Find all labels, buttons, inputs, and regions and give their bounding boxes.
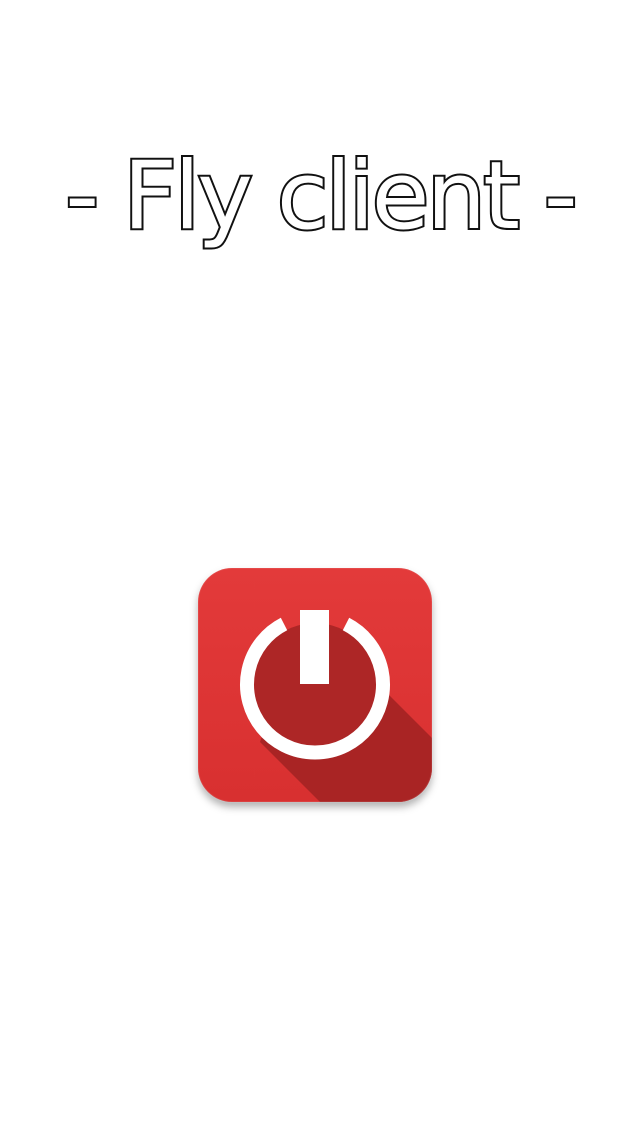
app-title: - Fly client - (63, 140, 579, 253)
power-icon (197, 567, 433, 803)
power-button[interactable] (196, 566, 434, 804)
power-button-container (196, 566, 442, 812)
